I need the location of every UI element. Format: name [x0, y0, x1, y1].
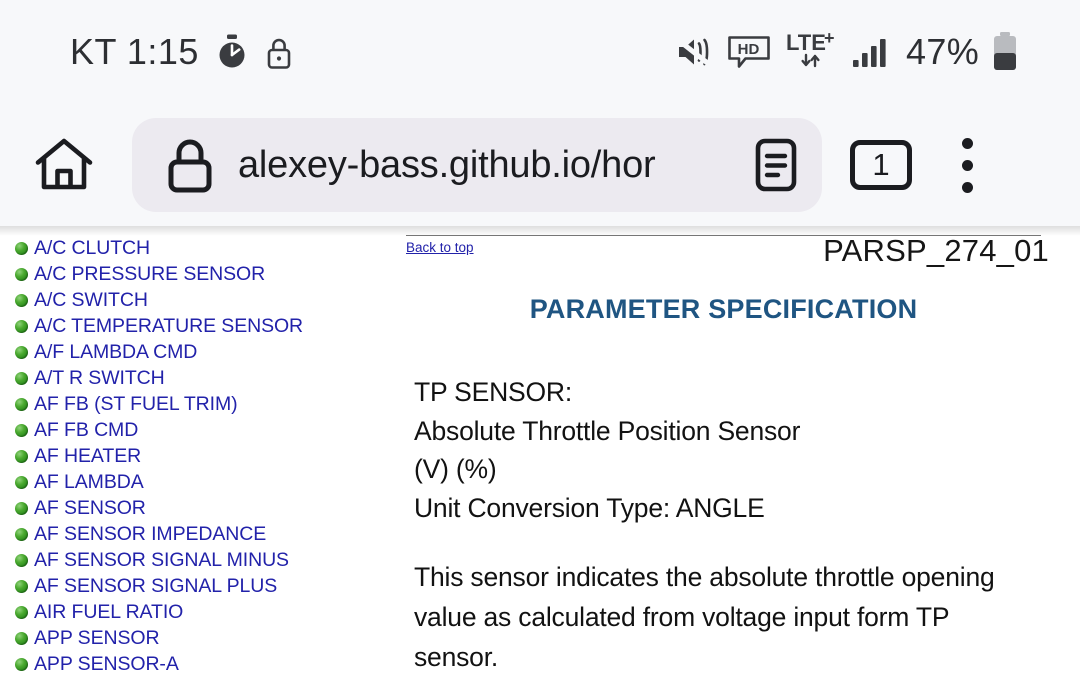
parameter-link[interactable]: APP SENSOR [34, 625, 160, 651]
green-bullet-icon [15, 371, 28, 385]
svg-text:HD: HD [738, 41, 760, 58]
list-item[interactable]: AF SENSOR [15, 495, 390, 521]
browser-toolbar: alexey-bass.github.io/hor 1 [0, 104, 1080, 226]
list-item[interactable]: A/T R SWITCH [15, 365, 390, 391]
green-bullet-icon [15, 267, 28, 281]
spec-line: Absolute Throttle Position Sensor [414, 415, 801, 446]
parameter-link[interactable]: AF SENSOR [34, 495, 146, 521]
parameter-link[interactable]: APP SENSOR-A [34, 651, 179, 677]
tab-counter-button[interactable]: 1 [838, 140, 924, 190]
parameter-link[interactable]: AF SENSOR SIGNAL PLUS [34, 573, 277, 599]
green-bullet-icon [15, 345, 28, 359]
svg-text:+: + [824, 31, 835, 48]
list-item[interactable]: APP SENSOR [15, 625, 390, 651]
document-id: PARSP_274_01 [823, 233, 1049, 268]
green-bullet-icon [15, 553, 28, 567]
stopwatch-icon [215, 34, 249, 70]
green-bullet-icon [15, 631, 28, 645]
content-header-row: Back to top PARSP_274_01 [406, 235, 1049, 266]
tab-count-label: 1 [850, 140, 912, 190]
green-bullet-icon [15, 657, 28, 671]
battery-percentage: 47% [906, 31, 979, 72]
green-bullet-icon [15, 423, 28, 437]
spec-line: (V) (%) [414, 454, 497, 484]
home-icon [33, 136, 95, 194]
green-bullet-icon [15, 605, 28, 619]
signal-bars-icon [853, 36, 889, 68]
green-bullet-icon [15, 397, 28, 411]
parameter-spec-content: Back to top PARSP_274_01 PARAMETER SPECI… [390, 226, 1080, 685]
spec-line: Unit Conversion Type: ANGLE [414, 492, 765, 523]
url-text: alexey-bass.github.io/hor [238, 143, 656, 186]
status-bar-right: HD LTE + 47% [676, 31, 1018, 73]
parameter-link[interactable]: AF FB CMD [34, 417, 138, 443]
list-item[interactable]: A/C CLUTCH [15, 235, 390, 261]
list-item[interactable]: APP SENSOR-A [15, 651, 390, 677]
home-button[interactable] [14, 136, 114, 194]
parameter-link[interactable]: A/T R SWITCH [34, 365, 165, 391]
list-item[interactable]: AIR FUEL RATIO [15, 599, 390, 625]
list-item[interactable]: AF FB CMD [15, 417, 390, 443]
parameter-list: A/C CLUTCH A/C PRESSURE SENSOR A/C SWITCH A… [15, 235, 390, 677]
green-bullet-icon [15, 319, 28, 333]
green-bullet-icon [15, 475, 28, 489]
green-bullet-icon [15, 241, 28, 255]
list-item[interactable]: A/C SWITCH [15, 287, 390, 313]
spec-description: This sensor indicates the absolute throt… [414, 562, 995, 672]
parameter-link[interactable]: A/C SWITCH [34, 287, 148, 313]
parameter-link[interactable]: A/C TEMPERATURE SENSOR [34, 313, 303, 339]
site-security-lock-icon [164, 134, 216, 196]
menu-dot [961, 137, 973, 149]
svg-text:LTE: LTE [786, 31, 826, 55]
parameter-link[interactable]: A/C PRESSURE SENSOR [34, 261, 265, 287]
lock-icon [265, 34, 293, 71]
parameter-link[interactable]: AF HEATER [34, 443, 141, 469]
menu-dot [961, 159, 973, 171]
page-title: PARAMETER SPECIFICATION [529, 294, 918, 324]
list-item[interactable]: A/F LAMBDA CMD [15, 339, 390, 365]
lte-plus-icon: LTE + [784, 31, 840, 73]
parameter-list-sidebar: A/C CLUTCH A/C PRESSURE SENSOR A/C SWITCH A… [0, 226, 390, 685]
list-item[interactable]: AF FB (ST FUEL TRIM) [15, 391, 390, 417]
green-bullet-icon [15, 527, 28, 541]
parameter-link[interactable]: A/C CLUTCH [34, 235, 150, 261]
status-bar-left: KT 1:15 [70, 31, 293, 73]
back-to-top-link[interactable]: Back to top [406, 239, 474, 255]
carrier-and-clock: KT 1:15 [70, 31, 199, 72]
green-bullet-icon [15, 501, 28, 515]
green-bullet-icon [15, 293, 28, 307]
web-page-viewport: A/C CLUTCH A/C PRESSURE SENSOR A/C SWITCH A… [0, 226, 1080, 685]
address-bar[interactable]: alexey-bass.github.io/hor [132, 118, 822, 212]
hd-icon: HD [727, 35, 771, 69]
mute-vibrate-icon [676, 35, 714, 69]
status-bar: KT 1:15 HD LTE + 47% [0, 0, 1080, 104]
parameter-link[interactable]: AF FB (ST FUEL TRIM) [34, 391, 238, 417]
list-item[interactable]: A/C PRESSURE SENSOR [15, 261, 390, 287]
battery-icon [992, 32, 1018, 72]
list-item[interactable]: AF HEATER [15, 443, 390, 469]
parameter-link[interactable]: AF SENSOR IMPEDANCE [34, 521, 266, 547]
green-bullet-icon [15, 449, 28, 463]
green-bullet-icon [15, 579, 28, 593]
parameter-link[interactable]: A/F LAMBDA CMD [34, 339, 197, 365]
menu-dot [961, 181, 973, 193]
spec-line: TP SENSOR: [414, 377, 573, 407]
parameter-link[interactable]: AIR FUEL RATIO [34, 599, 183, 625]
list-item[interactable]: AF SENSOR SIGNAL MINUS [15, 547, 390, 573]
spec-detail-block: TP SENSOR: Absolute Throttle Position Sen… [414, 373, 1041, 527]
parameter-link[interactable]: AF SENSOR SIGNAL MINUS [34, 547, 289, 573]
list-item[interactable]: A/C TEMPERATURE SENSOR [15, 313, 390, 339]
list-item[interactable]: AF LAMBDA [15, 469, 390, 495]
list-item[interactable]: AF SENSOR IMPEDANCE [15, 521, 390, 547]
list-item[interactable]: AF SENSOR SIGNAL PLUS [15, 573, 390, 599]
phone-screen: KT 1:15 HD LTE + 47% alexey-bass.github.… [0, 0, 1080, 685]
reader-mode-icon[interactable] [748, 135, 804, 195]
more-options-icon[interactable] [932, 137, 1002, 193]
parameter-link[interactable]: AF LAMBDA [34, 469, 144, 495]
